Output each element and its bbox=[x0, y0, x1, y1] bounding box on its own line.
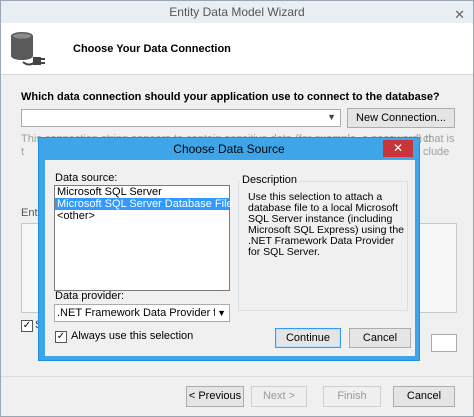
dialog-cancel-button[interactable]: Cancel bbox=[349, 328, 411, 348]
description-text: Use this selection to attach a database … bbox=[248, 191, 405, 258]
data-source-label: Data source: bbox=[55, 172, 118, 184]
sensitive-data-text-right: ct clude bbox=[423, 133, 449, 159]
save-connection-checkbox[interactable]: ✓ bbox=[21, 320, 33, 332]
list-item[interactable]: <other> bbox=[55, 210, 229, 222]
wizard-heading: Choose Your Data Connection bbox=[73, 43, 231, 55]
previous-button[interactable]: < Previous bbox=[186, 386, 244, 407]
connection-select[interactable]: ▼ bbox=[21, 109, 341, 127]
always-use-label: Always use this selection bbox=[71, 330, 194, 342]
data-source-list[interactable]: Microsoft SQL Server Microsoft SQL Serve… bbox=[54, 185, 233, 291]
connection-name-field[interactable] bbox=[431, 334, 457, 352]
database-plug-icon bbox=[11, 32, 45, 66]
list-item[interactable]: Microsoft SQL Server bbox=[55, 186, 229, 198]
next-button[interactable]: Next > bbox=[251, 386, 307, 407]
description-title: Description bbox=[240, 174, 300, 186]
faded-right-1: ct bbox=[423, 133, 432, 145]
connection-question: Which data connection should your applic… bbox=[21, 91, 440, 103]
sensitive-data-text-2: t bbox=[21, 146, 25, 158]
continue-button[interactable]: Continue bbox=[275, 328, 341, 348]
new-connection-button[interactable]: New Connection... bbox=[347, 108, 455, 128]
dialog-titlebar: Choose Data Source bbox=[39, 138, 419, 160]
dialog-body: Data source: Microsoft SQL Server Micros… bbox=[45, 160, 415, 356]
dialog-title: Choose Data Source bbox=[173, 142, 285, 156]
dialog-close-icon[interactable]: ✕ bbox=[383, 140, 413, 157]
data-provider-value: .NET Framework Data Provider for SQL S bbox=[57, 307, 229, 319]
cancel-button[interactable]: Cancel bbox=[393, 386, 455, 407]
chevron-down-icon: ▼ bbox=[215, 305, 226, 321]
wizard-title: Entity Data Model Wizard bbox=[169, 5, 305, 19]
data-provider-label: Data provider: bbox=[55, 290, 125, 302]
chevron-down-icon: ▼ bbox=[327, 112, 336, 122]
list-item-selected[interactable]: Microsoft SQL Server Database File bbox=[55, 198, 233, 210]
data-provider-select[interactable]: .NET Framework Data Provider for SQL S ▼ bbox=[54, 304, 230, 322]
wizard-titlebar: Entity Data Model Wizard ✕ bbox=[1, 1, 473, 23]
choose-data-source-dialog: Choose Data Source ✕ Data source: Micros… bbox=[38, 137, 420, 361]
finish-button[interactable]: Finish bbox=[323, 386, 381, 407]
always-use-checkbox[interactable]: ✓ bbox=[55, 331, 67, 343]
faded-right-2: clude bbox=[423, 146, 450, 158]
wizard-header: Choose Your Data Connection bbox=[1, 23, 473, 75]
